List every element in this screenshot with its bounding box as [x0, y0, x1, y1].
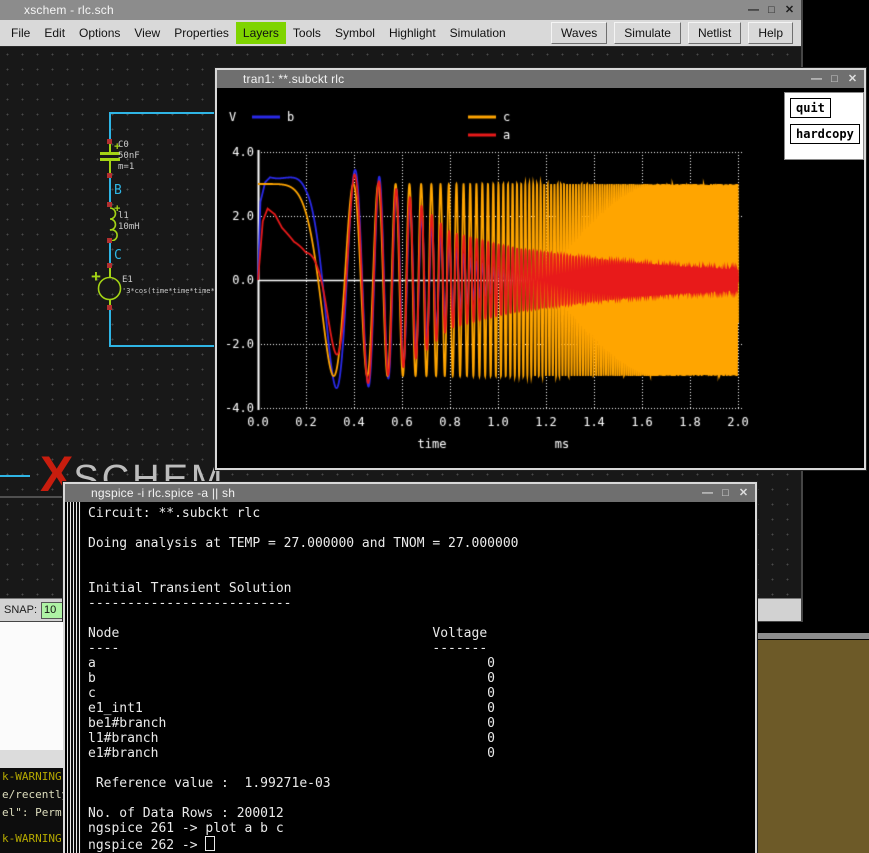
terminal-line: Reference value : 1.99271e-03	[88, 776, 755, 791]
menu-item-file[interactable]: File	[4, 22, 37, 44]
terminal-line: Doing analysis at TEMP = 27.000000 and T…	[88, 536, 755, 551]
terminal-line: l1#branch 0	[88, 731, 755, 746]
help-button[interactable]: Help	[748, 22, 793, 44]
terminal-line	[88, 566, 755, 581]
terminal-line: a 0	[88, 656, 755, 671]
tran1-window-controls: — □ ✕	[809, 72, 864, 87]
terminal-cursor	[205, 836, 215, 851]
terminal-line: Initial Transient Solution	[88, 581, 755, 596]
terminal-line	[88, 761, 755, 776]
terminal-line: e1#branch 0	[88, 746, 755, 761]
tran1-plot-window: tran1: **.subckt rlc — □ ✕ quit hardcopy	[215, 68, 866, 470]
waves-button[interactable]: Waves	[551, 22, 607, 44]
desktop: xschem - rlc.sch — □ ✕ FileEditOptionsVi…	[0, 0, 869, 853]
menu-item-options[interactable]: Options	[72, 22, 127, 44]
terminal-prompt[interactable]: ngspice 262 ->	[88, 836, 755, 853]
terminal-line: --------------------------	[88, 596, 755, 611]
terminal-line: b 0	[88, 671, 755, 686]
warning-line: k-WARNING	[2, 832, 62, 845]
terminal-line: be1#branch 0	[88, 716, 755, 731]
quit-button[interactable]: quit	[790, 98, 831, 118]
wire-cap-top[interactable]	[109, 113, 111, 140]
inductor-value: 10mH	[118, 222, 140, 232]
close-icon[interactable]: ✕	[736, 486, 751, 501]
xschem-window-title: xschem - rlc.sch	[0, 3, 114, 17]
warning-line: k-WARNING	[2, 770, 62, 783]
wire-b[interactable]	[109, 178, 111, 204]
ngspice-terminal-window: ngspice -i rlc.spice -a || sh — □ ✕ Circ…	[63, 482, 757, 853]
menu-item-highlight[interactable]: Highlight	[382, 22, 443, 44]
menu-item-layers[interactable]: Layers	[236, 22, 286, 44]
tran1-content: quit hardcopy	[217, 88, 864, 468]
ngspice-titlebar[interactable]: ngspice -i rlc.spice -a || sh — □ ✕	[65, 484, 755, 502]
background-white-window	[0, 622, 63, 768]
warning-line: el": Perm	[2, 806, 62, 819]
toolbar-buttons: Waves Simulate Netlist Help	[544, 22, 797, 44]
maximize-icon[interactable]: □	[827, 72, 842, 87]
terminal-scrollbar[interactable]	[67, 502, 81, 853]
inductor-symbol[interactable]	[100, 207, 120, 241]
capacitor-plate[interactable]	[100, 152, 120, 155]
net-label-c: C	[114, 248, 122, 263]
terminal-line	[88, 791, 755, 806]
menu-item-properties[interactable]: Properties	[167, 22, 236, 44]
menu-item-tools[interactable]: Tools	[286, 22, 328, 44]
terminal-line	[88, 521, 755, 536]
inductor-name: l1	[118, 211, 129, 221]
maximize-icon[interactable]: □	[764, 3, 779, 18]
close-icon[interactable]: ✕	[782, 3, 797, 18]
minimize-icon[interactable]: —	[809, 72, 824, 87]
terminal-line: ngspice 261 -> plot a b c	[88, 821, 755, 836]
terminal-line: Node Voltage	[88, 626, 755, 641]
tran1-titlebar[interactable]: tran1: **.subckt rlc — □ ✕	[217, 70, 864, 88]
capacitor-extra: m=1	[118, 162, 134, 172]
capacitor-value: 50nF	[118, 151, 140, 161]
terminal-line: e1_int1 0	[88, 701, 755, 716]
menu-item-symbol[interactable]: Symbol	[328, 22, 382, 44]
close-icon[interactable]: ✕	[845, 72, 860, 87]
terminal-line	[88, 551, 755, 566]
pin-square	[107, 305, 112, 310]
menu-item-simulation[interactable]: Simulation	[443, 22, 513, 44]
ngspice-window-title: ngspice -i rlc.spice -a || sh	[65, 486, 235, 500]
xschem-menubar: FileEditOptionsViewPropertiesLayersTools…	[0, 20, 801, 47]
netlist-button[interactable]: Netlist	[688, 22, 741, 44]
minimize-icon[interactable]: —	[700, 486, 715, 501]
ngspice-window-controls: — □ ✕	[700, 486, 755, 501]
tran1-window-title: tran1: **.subckt rlc	[217, 72, 344, 86]
terminal-output: Circuit: **.subckt rlc Doing analysis at…	[88, 506, 755, 853]
pin-square	[107, 173, 112, 178]
terminal-line: Circuit: **.subckt rlc	[88, 506, 755, 521]
wire-source-bottom[interactable]	[109, 310, 111, 347]
terminal-line	[88, 611, 755, 626]
plot-button-panel: quit hardcopy	[784, 92, 864, 160]
menu-item-edit[interactable]: Edit	[37, 22, 72, 44]
net-label-b: B	[114, 183, 122, 198]
terminal-line: No. of Data Rows : 200012	[88, 806, 755, 821]
voltage-source-symbol[interactable]	[97, 276, 122, 301]
wire-left-stub[interactable]	[0, 475, 30, 477]
snap-label: SNAP:	[0, 604, 37, 616]
capacitor-name: C0	[118, 140, 129, 150]
terminal-line: ---- -------	[88, 641, 755, 656]
menu-item-view[interactable]: View	[127, 22, 167, 44]
maximize-icon[interactable]: □	[718, 486, 733, 501]
minimize-icon[interactable]: —	[746, 3, 761, 18]
xschem-titlebar[interactable]: xschem - rlc.sch — □ ✕	[0, 0, 801, 21]
wire-bottom[interactable]	[109, 345, 215, 347]
hardcopy-button[interactable]: hardcopy	[790, 124, 860, 144]
wire-c[interactable]	[109, 243, 111, 264]
simulate-button[interactable]: Simulate	[614, 22, 681, 44]
background-warning-terminal: k-WARNING e/recently el": Perm k-WARNING	[0, 768, 63, 853]
warning-line: e/recently	[2, 788, 63, 801]
background-white-window-strip	[0, 750, 63, 768]
waveform-plot	[217, 88, 864, 468]
xschem-window-controls: — □ ✕	[746, 3, 801, 18]
menu-items: FileEditOptionsViewPropertiesLayersTools…	[4, 22, 513, 44]
ngspice-content[interactable]: Circuit: **.subckt rlc Doing analysis at…	[65, 502, 755, 853]
source-name: E1	[122, 275, 133, 285]
terminal-line: c 0	[88, 686, 755, 701]
pin-square	[107, 238, 112, 243]
